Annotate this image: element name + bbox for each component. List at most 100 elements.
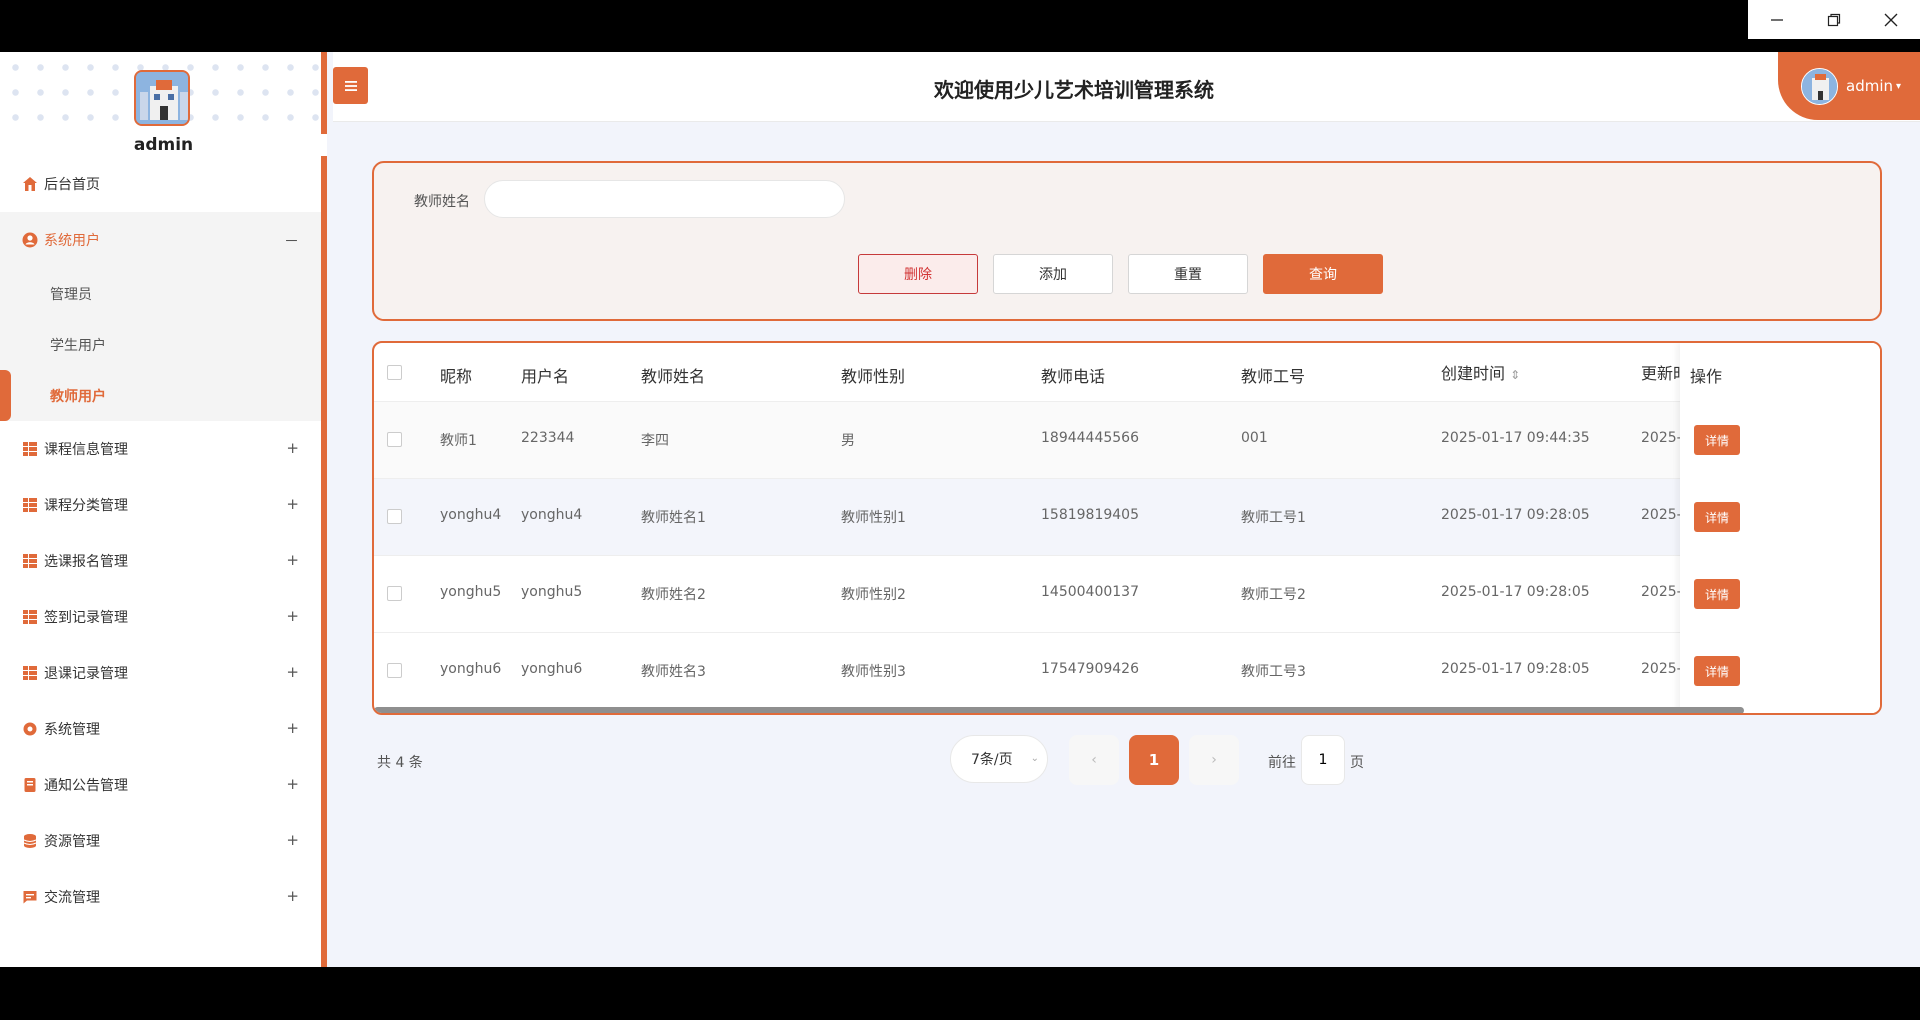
detail-button[interactable]: 详情 — [1694, 425, 1740, 455]
select-all-checkbox[interactable] — [387, 365, 402, 380]
expand-icon[interactable]: + — [286, 495, 299, 513]
cell-phone: 18944445566 — [1041, 430, 1139, 446]
sidebar-item-system[interactable]: 系统管理 + — [0, 701, 321, 757]
cell-nickname: yonghu4 — [440, 507, 502, 523]
row-checkbox[interactable] — [387, 586, 402, 601]
goto-prefix: 前往 — [1268, 755, 1296, 771]
table-row: yonghu5 yonghu5 教师姓名2 教师性别2 14500400137 … — [374, 556, 1880, 633]
sidebar-header: admin — [0, 52, 327, 156]
restore-button[interactable] — [1805, 0, 1862, 39]
cell-gender: 教师性别2 — [841, 587, 906, 603]
cell-phone: 14500400137 — [1041, 584, 1139, 600]
goto-page-input[interactable] — [1301, 735, 1345, 785]
cell-created: 2025-01-17 09:44:35 — [1441, 430, 1590, 446]
cell-updated: 2025- — [1641, 661, 1682, 677]
sidebar-item-system-users[interactable]: 系统用户 － — [0, 212, 321, 268]
cell-code: 教师工号2 — [1241, 587, 1306, 603]
sidebar-item-course-category[interactable]: 课程分类管理 + — [0, 477, 321, 533]
window-titlebar — [0, 0, 1920, 52]
database-icon — [22, 833, 38, 849]
expand-icon[interactable]: + — [286, 887, 299, 905]
expand-icon[interactable]: + — [286, 719, 299, 737]
goto-suffix: 页 — [1350, 755, 1364, 771]
delete-button[interactable]: 删除 — [858, 254, 978, 294]
horizontal-scrollbar[interactable] — [374, 707, 1744, 713]
detail-button[interactable]: 详情 — [1694, 579, 1740, 609]
column-header: 教师工号 — [1241, 367, 1306, 386]
table-row: 教师1 223344 李四 男 18944445566 001 2025-01-… — [374, 402, 1880, 479]
row-checkbox[interactable] — [387, 663, 402, 678]
home-icon — [22, 176, 38, 192]
user-menu[interactable]: admin ▾ — [1778, 52, 1920, 120]
sidebar-subitem-students[interactable]: 学生用户 — [0, 319, 321, 370]
cell-gender: 教师性别3 — [841, 664, 906, 680]
app-window: admin 后台首页 系统用户 － 管理员 学生用户 教师用户 课程信息管理 +… — [0, 52, 1920, 967]
expand-icon[interactable]: + — [286, 663, 299, 681]
minimize-button[interactable] — [1748, 0, 1805, 39]
prev-page-button[interactable]: ‹ — [1069, 735, 1119, 785]
sidebar-item-notice[interactable]: 通知公告管理 + — [0, 757, 321, 813]
sidebar-subitem-teachers[interactable]: 教师用户 — [0, 370, 321, 421]
cell-gender: 教师性别1 — [841, 510, 906, 526]
expand-icon[interactable]: + — [286, 775, 299, 793]
chevron-right-icon: › — [1211, 752, 1217, 768]
teacher-name-input[interactable] — [484, 180, 845, 218]
cell-username: yonghu6 — [521, 661, 583, 677]
expand-icon[interactable]: + — [286, 607, 299, 625]
sidebar-item-label: 选课报名管理 — [44, 554, 128, 570]
sidebar-subitem-admin[interactable]: 管理员 — [0, 268, 321, 319]
sidebar-item-course-info[interactable]: 课程信息管理 + — [0, 421, 321, 477]
page-title: 欢迎使用少儿艺术培训管理系统 — [934, 78, 1214, 102]
sidebar-item-resources[interactable]: 资源管理 + — [0, 813, 321, 869]
add-button[interactable]: 添加 — [993, 254, 1113, 294]
operations-column: 操作 详情 详情 详情 详情 — [1680, 343, 1880, 713]
detail-button[interactable]: 详情 — [1694, 502, 1740, 532]
page-size-select[interactable]: 7条/页 ⌄ — [950, 735, 1048, 783]
next-page-button[interactable]: › — [1189, 735, 1239, 785]
cell-name: 李四 — [641, 433, 669, 449]
cell-created: 2025-01-17 09:28:05 — [1441, 661, 1590, 677]
detail-button[interactable]: 详情 — [1694, 656, 1740, 686]
reset-button[interactable]: 重置 — [1128, 254, 1248, 294]
sidebar-item-label: 交流管理 — [44, 890, 100, 906]
chevron-left-icon: ‹ — [1091, 752, 1097, 768]
sort-icon[interactable]: ⇕ — [1510, 368, 1520, 382]
close-button[interactable] — [1862, 0, 1919, 39]
chevron-down-icon: ▾ — [1896, 80, 1902, 92]
expand-icon[interactable]: + — [286, 831, 299, 849]
sidebar-item-home[interactable]: 后台首页 — [0, 156, 321, 212]
search-panel: 教师姓名 删除 添加 重置 查询 — [372, 161, 1882, 321]
avatar — [1801, 67, 1838, 105]
sidebar-item-checkin[interactable]: 签到记录管理 + — [0, 589, 321, 645]
query-button[interactable]: 查询 — [1263, 254, 1383, 294]
sidebar-item-communication[interactable]: 交流管理 + — [0, 869, 321, 925]
cell-updated: 2025- — [1641, 584, 1682, 600]
window-controls — [1748, 0, 1920, 39]
sidebar-item-label: 后台首页 — [44, 177, 100, 193]
expand-icon[interactable]: + — [286, 439, 299, 457]
sidebar-item-withdraw[interactable]: 退课记录管理 + — [0, 645, 321, 701]
grid-icon — [22, 497, 38, 513]
expand-icon[interactable]: + — [286, 551, 299, 569]
sidebar-item-label: 退课记录管理 — [44, 666, 128, 682]
cell-nickname: yonghu5 — [440, 584, 502, 600]
cell-created: 2025-01-17 09:28:05 — [1441, 584, 1590, 600]
cell-code: 教师工号1 — [1241, 510, 1306, 526]
row-checkbox[interactable] — [387, 509, 402, 524]
total-count: 共 4 条 — [377, 755, 423, 771]
current-page-button[interactable]: 1 — [1129, 735, 1179, 785]
chat-icon — [22, 889, 38, 905]
taskbar-area — [0, 967, 1920, 1020]
search-label: 教师姓名 — [414, 194, 470, 210]
row-checkbox[interactable] — [387, 432, 402, 447]
column-header: 操作 — [1690, 367, 1723, 386]
sidebar-item-label: 系统用户 — [44, 233, 100, 249]
sidebar-item-label: 课程分类管理 — [44, 498, 128, 514]
cell-name: 教师姓名1 — [641, 510, 706, 526]
column-header-sortable[interactable]: 创建时间 ⇕ — [1441, 360, 1520, 384]
sidebar-item-enrollment[interactable]: 选课报名管理 + — [0, 533, 321, 589]
sidebar-item-label: 签到记录管理 — [44, 610, 128, 626]
user-menu-name: admin — [1846, 77, 1893, 95]
column-header: 教师姓名 — [641, 367, 706, 386]
collapse-icon[interactable]: － — [284, 230, 299, 251]
